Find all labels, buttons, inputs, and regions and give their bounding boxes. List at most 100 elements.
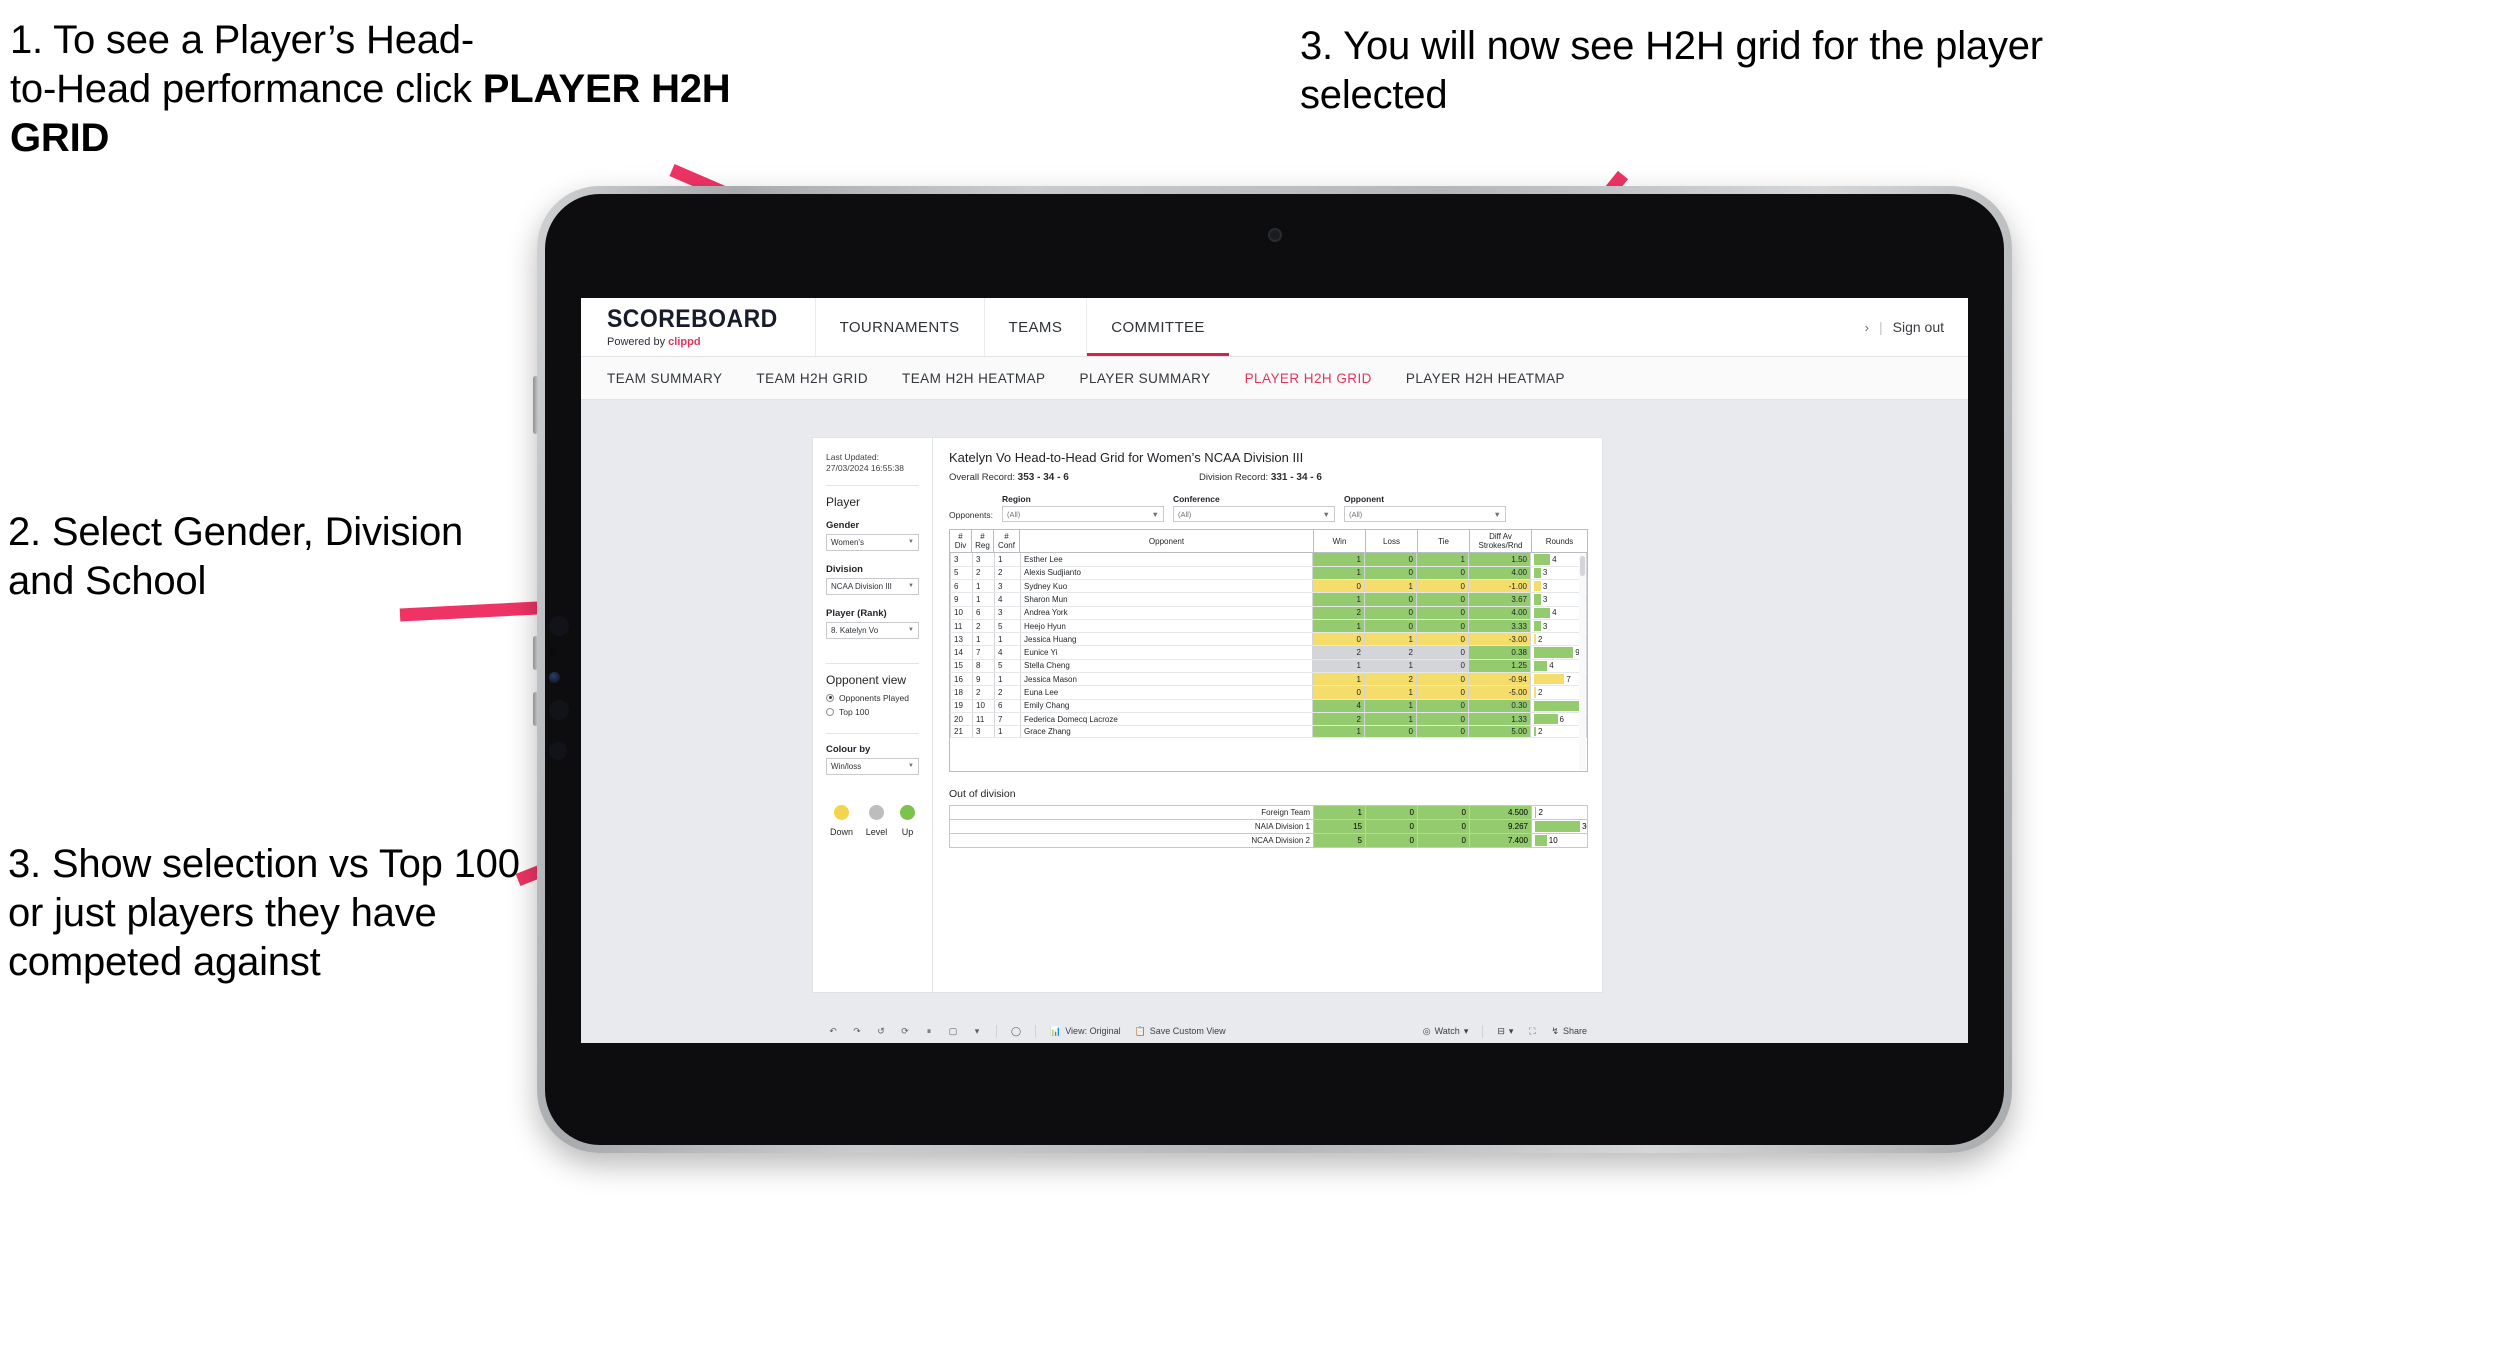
cell-loss: 1 bbox=[1364, 699, 1417, 713]
table-row[interactable]: 11 2 5 Heejo Hyun 1 0 0 3.33 3 bbox=[950, 619, 1587, 634]
region-select[interactable]: (All) ▼ bbox=[1001, 506, 1164, 522]
cell-win: 1 bbox=[1312, 659, 1365, 674]
cell-diff: 4.00 bbox=[1468, 566, 1531, 580]
cell-tie: 0 bbox=[1416, 592, 1469, 607]
table-row[interactable]: 6 1 3 Sydney Kuo 0 1 0 -1.00 3 bbox=[950, 579, 1587, 594]
tab-team-h2h-heatmap[interactable]: TEAM H2H HEATMAP bbox=[902, 371, 1045, 386]
table-row[interactable]: 14 7 4 Eunice Yi 2 2 0 0.38 9 bbox=[950, 645, 1587, 660]
player-select[interactable]: 8. Katelyn Vo ▼ bbox=[826, 621, 919, 639]
table-row[interactable]: 19106Emily Chang4100.3011 bbox=[950, 699, 1587, 713]
cell-loss: 0 bbox=[1364, 592, 1417, 607]
radio-opponents-played[interactable]: Opponents Played bbox=[826, 693, 919, 703]
annotation-step-2: 2. Select Gender, Division and School bbox=[8, 510, 464, 604]
account-divider: | bbox=[1878, 319, 1883, 335]
cell-diff: 1.50 bbox=[1468, 553, 1531, 567]
rounds-value: 30 bbox=[1582, 822, 1587, 832]
save-custom-view-button[interactable]: 📋 Save Custom View bbox=[1128, 1020, 1233, 1042]
tab-team-h2h-grid[interactable]: TEAM H2H GRID bbox=[756, 371, 868, 386]
share-button[interactable]: ↯ Share bbox=[1544, 1020, 1594, 1042]
chevron-down-icon[interactable]: ▾ bbox=[965, 1020, 989, 1042]
cell-loss: 0 bbox=[1364, 566, 1417, 580]
annotation-step-3-right: 3. You will now see H2H grid for the pla… bbox=[1300, 24, 2043, 118]
cell-win: 4 bbox=[1312, 699, 1365, 713]
sensor-3-icon bbox=[549, 700, 569, 720]
table-row[interactable]: NCAA Division 2 5 0 0 7.400 10 bbox=[949, 833, 1588, 849]
download-button[interactable]: ⊟ ▾ bbox=[1490, 1020, 1520, 1042]
opponent-select[interactable]: (All) ▼ bbox=[1343, 506, 1506, 522]
table-row[interactable]: 16 9 1 Jessica Mason 1 2 0 -0.94 7 bbox=[950, 672, 1587, 687]
division-select[interactable]: NCAA Division III ▼ bbox=[826, 577, 919, 595]
cell-opponent: Euna Lee bbox=[1020, 685, 1313, 700]
radio-top-100[interactable]: Top 100 bbox=[826, 707, 919, 717]
legend-label-level: Level bbox=[865, 826, 888, 837]
account-chevron-icon[interactable]: › bbox=[1865, 320, 1869, 335]
cell-loss: 0 bbox=[1364, 725, 1417, 739]
view-original-button[interactable]: 📊 View: Original bbox=[1043, 1020, 1128, 1042]
sign-out-link[interactable]: Sign out bbox=[1893, 319, 1944, 335]
cell-opponent: Grace Zhang bbox=[1020, 725, 1313, 739]
cell-diff: 7.400 bbox=[1469, 833, 1532, 849]
chevron-down-icon: ▼ bbox=[1493, 509, 1501, 519]
table-row[interactable]: NAIA Division 115009.26730 bbox=[949, 819, 1588, 835]
radio-icon-selected bbox=[826, 693, 834, 702]
tab-player-h2h-heatmap[interactable]: PLAYER H2H HEATMAP bbox=[1406, 371, 1565, 386]
cell-reg: 9 bbox=[972, 672, 995, 687]
table-row[interactable]: 21 3 1 Grace Zhang 1 0 0 5.00 2 bbox=[950, 725, 1587, 739]
table-row[interactable]: 18 2 2 Euna Lee 0 1 0 -5.00 2 bbox=[950, 685, 1587, 700]
grid-scrollbar-thumb[interactable] bbox=[1580, 556, 1585, 577]
tab-player-h2h-grid[interactable]: PLAYER H2H GRID bbox=[1245, 371, 1372, 386]
cell-reg: 2 bbox=[972, 685, 995, 700]
table-row[interactable]: 9 1 4 Sharon Mun 1 0 0 3.67 3 bbox=[950, 592, 1587, 607]
highlight-icon[interactable]: ◯ bbox=[1004, 1020, 1028, 1042]
cell-diff: 1.33 bbox=[1468, 712, 1531, 727]
cell-reg: 8 bbox=[972, 659, 995, 674]
refresh-icon[interactable]: ⟳ bbox=[893, 1020, 917, 1042]
table-row[interactable]: 15 8 5 Stella Cheng 1 1 0 1.25 4 bbox=[950, 659, 1587, 674]
conference-select[interactable]: (All) ▼ bbox=[1172, 506, 1335, 522]
cell-reg: 2 bbox=[972, 619, 995, 634]
zoom-tool-icon[interactable]: ▢ bbox=[941, 1020, 965, 1042]
colour-by-select[interactable]: Win/loss ▼ bbox=[826, 757, 919, 775]
table-row[interactable]: 5 2 2 Alexis Sudjianto 1 0 0 4.00 3 bbox=[950, 566, 1587, 580]
table-row[interactable]: 20 11 7 Federica Domecq Lacroze 2 1 0 1.33 6 bbox=[950, 712, 1587, 727]
filter-colour-by: Colour by Win/loss ▼ bbox=[826, 744, 919, 775]
sensor-2-icon bbox=[549, 648, 556, 655]
cell-diff: 0.38 bbox=[1468, 645, 1531, 660]
gender-select[interactable]: Women's ▼ bbox=[826, 533, 919, 551]
panel-divider-3 bbox=[826, 732, 919, 734]
undo-icon[interactable]: ↶ bbox=[821, 1020, 845, 1042]
cell-tie: 0 bbox=[1416, 619, 1469, 634]
rounds-value: 3 bbox=[1542, 581, 1548, 591]
tab-player-summary[interactable]: PLAYER SUMMARY bbox=[1080, 371, 1211, 386]
cell-opponent: Heejo Hyun bbox=[1020, 619, 1313, 634]
col-rounds: Rounds bbox=[1531, 528, 1588, 554]
rounds-value: 2 bbox=[1538, 808, 1543, 818]
table-row[interactable]: 3 3 1 Esther Lee 1 0 1 1.50 4 bbox=[950, 553, 1587, 567]
nav-teams[interactable]: TEAMS bbox=[983, 298, 1087, 356]
table-row[interactable]: 13 1 1 Jessica Huang 0 1 0 -3.00 2 bbox=[950, 632, 1587, 647]
table-row[interactable]: Foreign Team 1 0 0 4.500 2 bbox=[949, 805, 1588, 821]
nav-committee[interactable]: COMMITTEE bbox=[1086, 298, 1229, 356]
out-of-division-title: Out of division bbox=[949, 788, 1016, 801]
table-row[interactable]: 10 6 3 Andrea York 2 0 0 4.00 4 bbox=[950, 606, 1587, 620]
rounds-value: 3 bbox=[1542, 621, 1548, 631]
annotation-1-line2: to-Head performance click bbox=[10, 67, 483, 112]
cell-win: 0 bbox=[1312, 632, 1365, 647]
division-record-label: Division Record: bbox=[1199, 472, 1271, 483]
table-header-row: # Div # Reg # Conf Opponent Win Loss Tie Di… bbox=[949, 528, 1588, 554]
colour-by-value: Win/loss bbox=[831, 761, 862, 771]
nav-tournaments[interactable]: TOURNAMENTS bbox=[814, 298, 984, 356]
watch-button[interactable]: ◎ Watch ▾ bbox=[1416, 1020, 1476, 1042]
cell-diff: 3.33 bbox=[1468, 619, 1531, 634]
brand-logo[interactable]: SCOREBOARD Powered by clippd bbox=[581, 298, 815, 356]
col-loss: Loss bbox=[1365, 528, 1418, 554]
revert-icon[interactable]: ↺ bbox=[869, 1020, 893, 1042]
sensor-4-icon bbox=[549, 742, 567, 760]
redo-icon[interactable]: ↷ bbox=[845, 1020, 869, 1042]
grid-scrollbar[interactable] bbox=[1579, 554, 1586, 771]
fullscreen-icon[interactable]: ⛶ bbox=[1520, 1020, 1544, 1042]
overall-record-label: Overall Record: bbox=[949, 472, 1018, 483]
cell-win: 1 bbox=[1312, 592, 1365, 607]
tab-team-summary[interactable]: TEAM SUMMARY bbox=[607, 371, 722, 386]
pause-icon[interactable]: ⏸ bbox=[917, 1020, 941, 1042]
